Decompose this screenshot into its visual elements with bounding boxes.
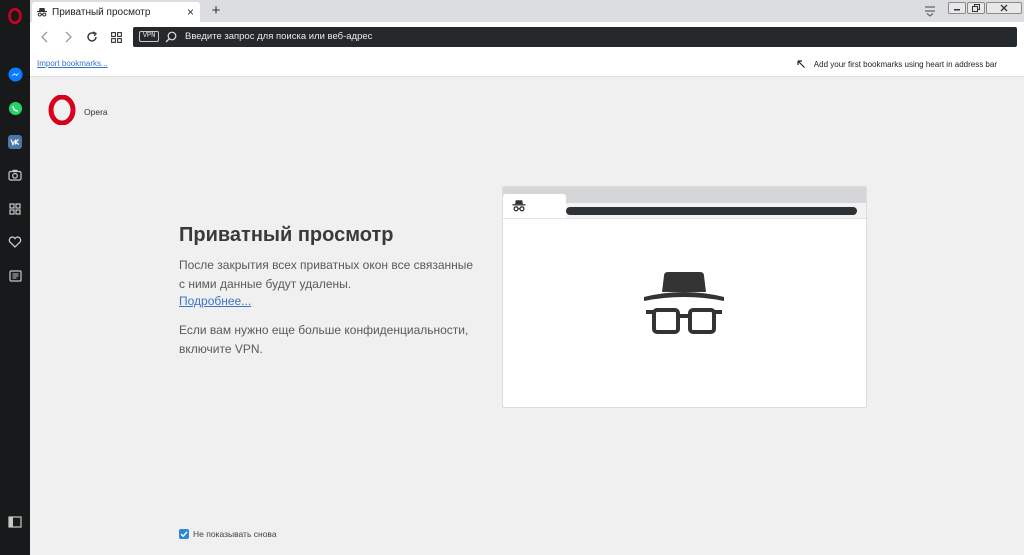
messenger-icon[interactable] — [5, 64, 25, 84]
vpn-note: Если вам нужно еще больше конфиденциальн… — [179, 323, 469, 356]
private-browsing-illustration — [502, 186, 867, 408]
opera-logo — [47, 94, 77, 126]
tab-private-browsing[interactable]: Приватный просмотр × — [32, 2, 200, 22]
illustration-address-bar — [566, 207, 857, 215]
tab-title: Приватный просмотр — [52, 6, 151, 18]
opera-logo-label: Opera — [84, 107, 108, 117]
bookmarks-hint-text: Add your first bookmarks using heart in … — [813, 59, 997, 69]
incognito-icon — [642, 270, 726, 345]
private-description: После закрытия всех приватных окон все с… — [179, 258, 474, 291]
bookmarks-bar: Import bookmarks... Add your first bookm… — [30, 52, 1024, 77]
speed-dial-button[interactable] — [108, 29, 124, 45]
restore-button[interactable] — [967, 2, 985, 14]
news-icon[interactable] — [5, 266, 25, 286]
minimize-button[interactable] — [948, 2, 966, 14]
forward-button[interactable] — [60, 29, 76, 45]
incognito-tab-icon — [511, 199, 527, 217]
new-tab-button[interactable]: + — [208, 2, 224, 20]
close-window-button[interactable] — [986, 2, 1022, 14]
dont-show-again-label: Не показывать снова — [193, 529, 277, 539]
speed-dial-icon[interactable] — [5, 199, 25, 219]
tab-close-button[interactable]: × — [187, 6, 194, 18]
dont-show-again-checkbox[interactable] — [179, 529, 189, 539]
bookmarks-hint: Add your first bookmarks using heart in … — [796, 59, 997, 69]
sidebar-toggle-icon[interactable] — [5, 512, 25, 532]
opera-menu-icon[interactable] — [5, 6, 25, 26]
learn-more-link[interactable]: Подробнее... — [179, 294, 251, 308]
search-icon — [164, 30, 178, 44]
incognito-icon — [37, 8, 47, 17]
camera-icon[interactable] — [5, 165, 25, 185]
import-bookmarks-link[interactable]: Import bookmarks... — [37, 59, 108, 68]
toolbar: VPN Введите запрос для поиска или веб-ад… — [30, 22, 1024, 52]
sidebar — [0, 0, 30, 555]
vpn-badge[interactable]: VPN — [139, 31, 159, 42]
arrow-up-left-icon — [797, 60, 805, 68]
heart-icon[interactable] — [5, 232, 25, 252]
whatsapp-icon[interactable] — [5, 98, 25, 118]
address-input-placeholder[interactable]: Введите запрос для поиска или веб-адрес — [185, 31, 372, 42]
dont-show-again-row: Не показывать снова — [179, 529, 277, 539]
back-button[interactable] — [37, 29, 53, 45]
tab-menu-icon[interactable] — [924, 4, 936, 22]
tab-strip: Приватный просмотр × + — [30, 0, 1024, 22]
vk-icon[interactable] — [5, 132, 25, 152]
page-title: Приватный просмотр — [179, 224, 394, 246]
address-bar[interactable]: VPN Введите запрос для поиска или веб-ад… — [133, 27, 1017, 47]
reload-button[interactable] — [84, 29, 100, 45]
